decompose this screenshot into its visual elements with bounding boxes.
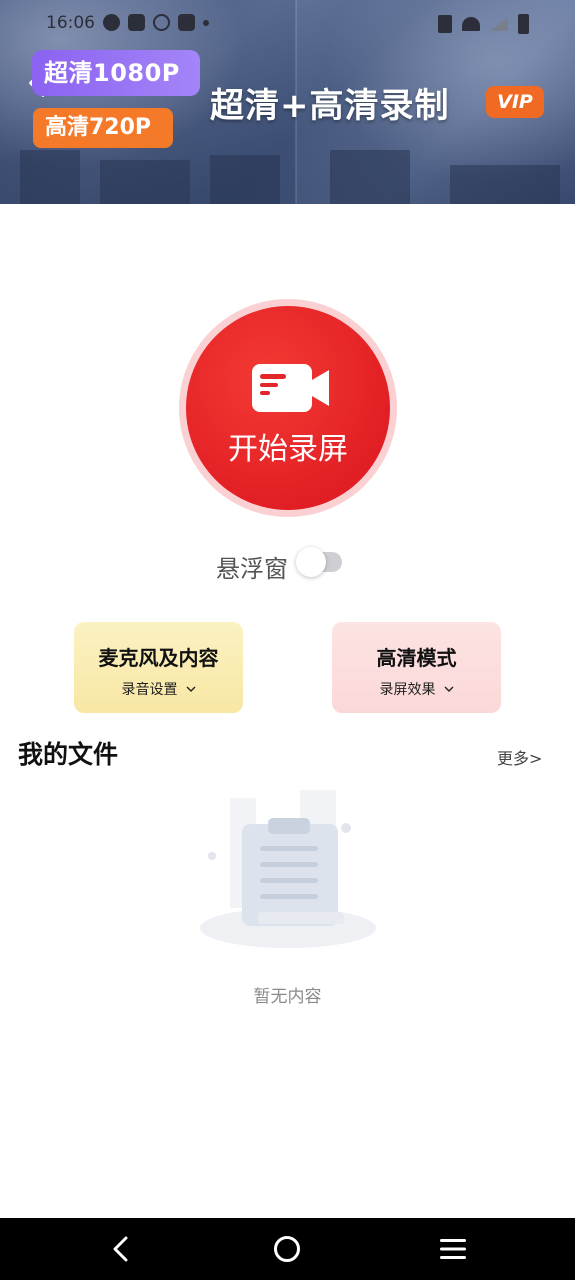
my-files-heading: 我的文件 (18, 735, 123, 771)
wifi-icon (462, 17, 480, 31)
recording-effect-label: 录屏效果 (379, 682, 436, 698)
toggle-knob (296, 547, 326, 577)
more-files-link[interactable]: 更多> (497, 745, 542, 769)
nav-back-icon[interactable] (106, 1232, 136, 1266)
audio-settings-label: 录音设置 (121, 682, 178, 698)
vip-badge: VIP (486, 86, 544, 118)
system-navigation-bar (0, 1218, 575, 1280)
vibrate-icon (438, 15, 452, 33)
hd-mode-card-title: 高清模式 (376, 646, 457, 670)
message-notification-icon (178, 14, 195, 31)
banner-building (330, 150, 410, 204)
start-recording-label: 开始录屏 (228, 432, 348, 467)
status-bar: 16:06 (0, 10, 575, 38)
banner-building (20, 150, 80, 204)
check-notification-icon (103, 14, 120, 31)
floating-window-toggle[interactable] (296, 547, 344, 577)
floating-window-label: 悬浮窗 (216, 555, 288, 583)
chevron-down-icon (444, 686, 453, 692)
badge-1080p: 超清1080P (32, 50, 200, 96)
hd-mode-card[interactable]: 高清模式 录屏效果 (332, 622, 501, 713)
promo-banner[interactable]: 16:06 超清1080P 高清720P 超清+高清录制 VIP (0, 0, 575, 204)
banner-title: 超清+高清录制 (210, 86, 450, 126)
recording-effect-dropdown[interactable]: 录屏效果 (380, 679, 454, 699)
battery-icon (518, 14, 529, 34)
audio-settings-dropdown[interactable]: 录音设置 (122, 679, 196, 699)
empty-clipboard-icon (200, 790, 376, 948)
notification-icons (103, 14, 209, 31)
more-notifications-dot-icon (203, 19, 209, 26)
system-status-icons (438, 14, 529, 34)
chat-notification-icon (153, 14, 170, 31)
chevron-down-icon (186, 686, 195, 692)
nav-home-icon[interactable] (272, 1234, 302, 1264)
empty-state-text: 暂无内容 (253, 987, 322, 1007)
video-camera-icon (252, 364, 329, 412)
banner-building (210, 155, 280, 204)
badge-720p: 高清720P (33, 108, 173, 148)
app-notification-icon (128, 14, 145, 31)
screen: 16:06 超清1080P 高清720P 超清+高清录制 VIP 开始录屏 悬浮… (0, 0, 575, 1280)
my-files-heading-text: 我的文件 (18, 740, 119, 769)
microphone-settings-card[interactable]: 麦克风及内容 录音设置 (74, 622, 243, 713)
status-time: 16:06 (46, 13, 95, 33)
microphone-card-title: 麦克风及内容 (98, 646, 219, 670)
signal-icon (490, 17, 508, 31)
banner-building (450, 165, 560, 204)
banner-building (100, 160, 190, 204)
nav-menu-icon[interactable] (438, 1236, 468, 1262)
